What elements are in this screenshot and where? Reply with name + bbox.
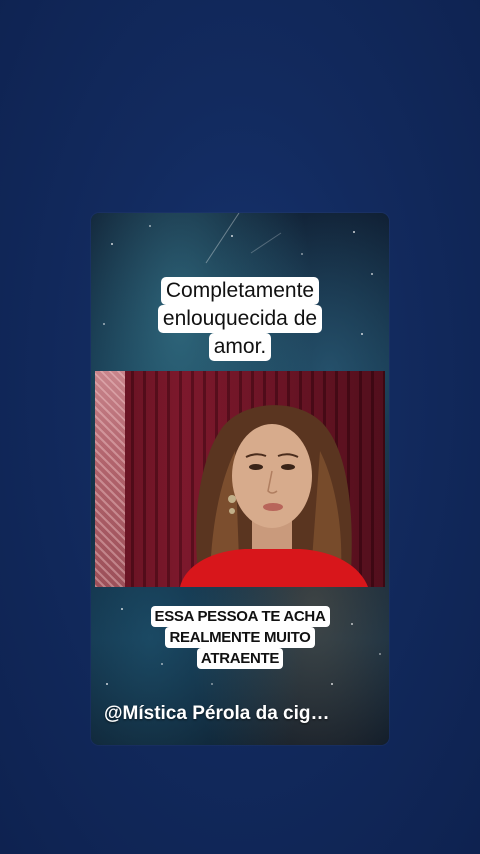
- author-handle[interactable]: @Mística Pérola da cig…: [104, 703, 376, 725]
- top-caption: Completamente enlouquecida de amor.: [135, 277, 345, 361]
- top-caption-line: Completamente: [160, 277, 320, 305]
- top-caption-line: enlouquecida de: [157, 305, 323, 333]
- bottom-caption: ESSA PESSOA TE ACHA REALMENTE MUITO ATRA…: [131, 606, 349, 669]
- bottom-caption-line: ESSA PESSOA TE ACHA: [150, 606, 330, 627]
- video-card[interactable]: Completamente enlouquecida de amor. ESSA…: [91, 213, 389, 745]
- bottom-caption-line: REALMENTE MUITO: [165, 627, 315, 648]
- top-caption-line: amor.: [208, 333, 272, 361]
- bottom-caption-line: ATRAENTE: [196, 648, 284, 669]
- woman-portrait: [180, 405, 368, 587]
- sparkle-curtain: [95, 371, 125, 587]
- video-frame[interactable]: [95, 371, 385, 587]
